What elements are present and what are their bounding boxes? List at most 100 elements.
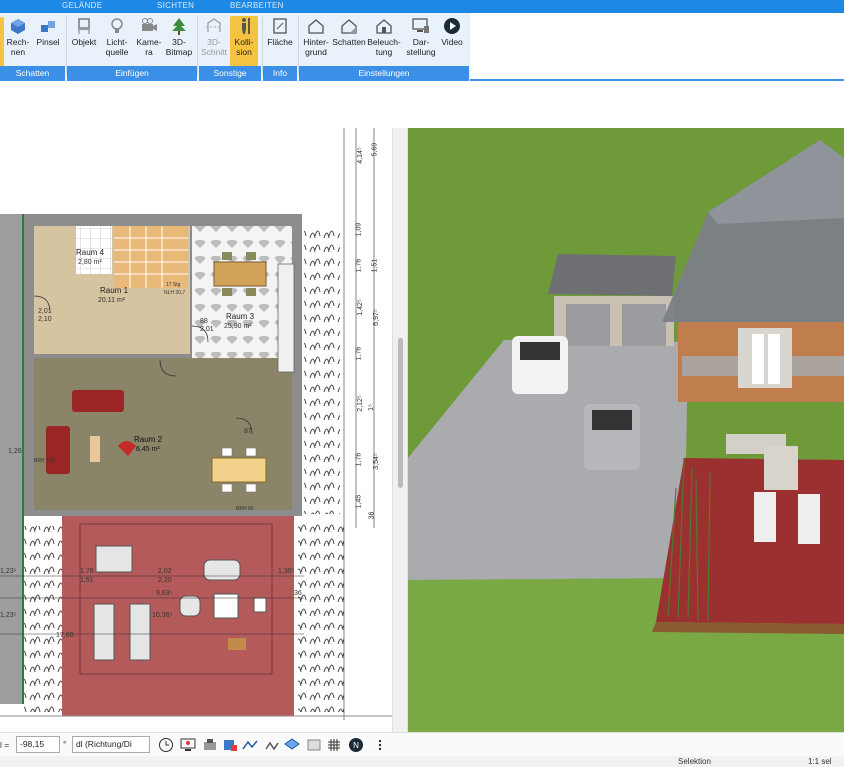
room-label: Raum 3 (226, 312, 255, 321)
brush-cubes-icon (41, 21, 55, 32)
room-area: 2,80 m² (78, 259, 102, 266)
house-shadow-icon (341, 19, 357, 34)
dim-right: 5,69 (371, 142, 379, 157)
schnitt-button[interactable]: 3D- Schnitt (200, 17, 228, 57)
dim-terrace: 1,23⁵ (0, 612, 17, 619)
rechnen-button[interactable]: Rech- nen (5, 17, 31, 57)
dim-right: 6,97⁵ (372, 309, 380, 326)
dimension-label: 2,10 (38, 316, 52, 323)
more-options-icon[interactable] (372, 737, 388, 753)
splitter-grip[interactable] (398, 338, 403, 488)
dim-terrace: 2,02 (158, 568, 172, 575)
video-play-icon (444, 18, 460, 34)
dim-terrace: 2,20 (158, 577, 172, 584)
dimension-label: 88 (200, 318, 208, 325)
hintergrund-button[interactable]: Hinter- grund (300, 17, 332, 57)
dim-right: 36 (368, 511, 376, 520)
bitmap-button[interactable]: 3D- Bitmap (164, 17, 194, 57)
paint-icon[interactable] (222, 737, 238, 753)
direction-select-value: dl (Richtung/Di (76, 739, 132, 749)
coord-prefix: l = (0, 740, 10, 750)
status-bar: Selektion 1:1 sel (0, 756, 844, 767)
terrain-icon[interactable] (242, 737, 258, 753)
tab-gelaende[interactable]: GELÄNDE (62, 1, 102, 10)
dim-terrace: 1,51 (80, 577, 94, 584)
beleuchtung-button[interactable]: Beleuch- tung (367, 17, 401, 57)
group-schatten: Schatten (0, 66, 65, 81)
kollision-label: Kolli- sion (234, 37, 254, 57)
layer-icon[interactable] (284, 737, 300, 753)
window-label: BRH 85 (236, 506, 254, 512)
pinsel-label: Pinsel (36, 37, 60, 47)
tab-sichten[interactable]: SICHTEN (157, 1, 194, 10)
stair-label: NLH 30,7 (164, 290, 186, 296)
room-area: 20,11 m² (98, 297, 126, 304)
rechnen-label: Rech- nen (6, 37, 30, 57)
dimension-label: 2,01 (38, 308, 52, 315)
objekt-button[interactable]: Objekt (70, 17, 98, 47)
kamera-label: Kame- ra (136, 37, 162, 57)
group-einstellungen: Einstellungen (299, 66, 469, 81)
schatten-label: Schatten (332, 37, 366, 47)
north-icon[interactable]: N (348, 737, 364, 753)
pinsel-button[interactable]: Pinsel (34, 17, 62, 47)
angle-unit: ° (63, 739, 67, 749)
video-button[interactable]: Video (438, 17, 466, 47)
dim-right: 1,51 (371, 258, 379, 273)
schatten-button[interactable]: Schatten (332, 17, 366, 47)
group-sonstige: Sonstige (199, 66, 261, 81)
beleuchtung-label: Beleuch- tung (367, 37, 401, 57)
tab-bearbeiten[interactable]: BEARBEITEN (230, 1, 284, 10)
room-label: Raum 4 (76, 248, 105, 257)
dimension-label: 87 (244, 428, 252, 435)
tools-icon[interactable] (202, 737, 218, 753)
floor-plan-view[interactable]: Raum 4 2,80 m² Raum 1 20,11 m² Raum 3 25… (0, 128, 392, 720)
svg-text:N: N (353, 741, 359, 750)
light-bulb-icon (111, 18, 123, 33)
chair-icon (78, 18, 90, 34)
window-label: BRH 1,01 (34, 458, 56, 464)
ribbon-empty-area (470, 13, 844, 81)
dim-terrace: 10,36⁵ (152, 612, 173, 619)
dim-terrace: 1,23⁵ (0, 568, 17, 575)
3d-view[interactable] (408, 128, 844, 732)
grid-icon[interactable] (326, 737, 342, 753)
flaeche-label: Fläche (267, 37, 293, 47)
walk-icon[interactable] (264, 737, 280, 753)
kollision-button[interactable]: Kolli- sion (230, 16, 258, 72)
schnitt-label: 3D- Schnitt (201, 37, 227, 57)
room-label: Raum 2 (134, 435, 163, 444)
area-info-icon (273, 18, 287, 34)
darstellung-label: Dar- stellung (406, 37, 436, 57)
flaeche-button[interactable]: Fläche (265, 17, 295, 47)
ribbon: Rech- nen Pinsel Objekt Licht- quelle Ka… (0, 13, 470, 81)
dim-right: 3,54⁵ (372, 453, 380, 470)
dim-right: 1,42⁵ (356, 299, 364, 316)
view-splitter[interactable] (392, 128, 408, 732)
camera-icon (142, 18, 157, 31)
house-light-icon (376, 19, 392, 34)
direction-select[interactable]: dl (Richtung/Di (72, 736, 150, 753)
dim-terrace: 1,30⁵ (278, 568, 295, 575)
bottom-toolbar: l = -98,15 ° dl (Richtung/Di N (0, 732, 844, 756)
dim-right: 1,76 (355, 452, 363, 467)
display-monitor-icon (412, 18, 429, 33)
monitor-icon[interactable] (180, 737, 196, 753)
clock-icon[interactable] (158, 737, 174, 753)
coordinate-input[interactable]: -98,15 (16, 736, 60, 753)
dim-terrace: 36 (294, 590, 302, 597)
kamera-button[interactable]: Kame- ra (135, 17, 163, 57)
dim-right: 1,76 (355, 346, 363, 361)
dim-right: 2,12⁵ (356, 395, 364, 412)
dim-right: 1,09 (355, 222, 363, 237)
video-label: Video (441, 37, 463, 47)
objekt-label: Objekt (71, 37, 97, 47)
texture-icon[interactable] (306, 737, 322, 753)
lichtquelle-button[interactable]: Licht- quelle (101, 17, 133, 57)
hintergrund-label: Hinter- grund (303, 37, 329, 57)
status-mode: Selektion (678, 757, 711, 766)
darstellung-button[interactable]: Dar- stellung (404, 17, 438, 57)
collision-person-icon (242, 18, 250, 34)
cube-icon (11, 19, 25, 34)
dim-right: 4,14⁵ (356, 147, 364, 164)
